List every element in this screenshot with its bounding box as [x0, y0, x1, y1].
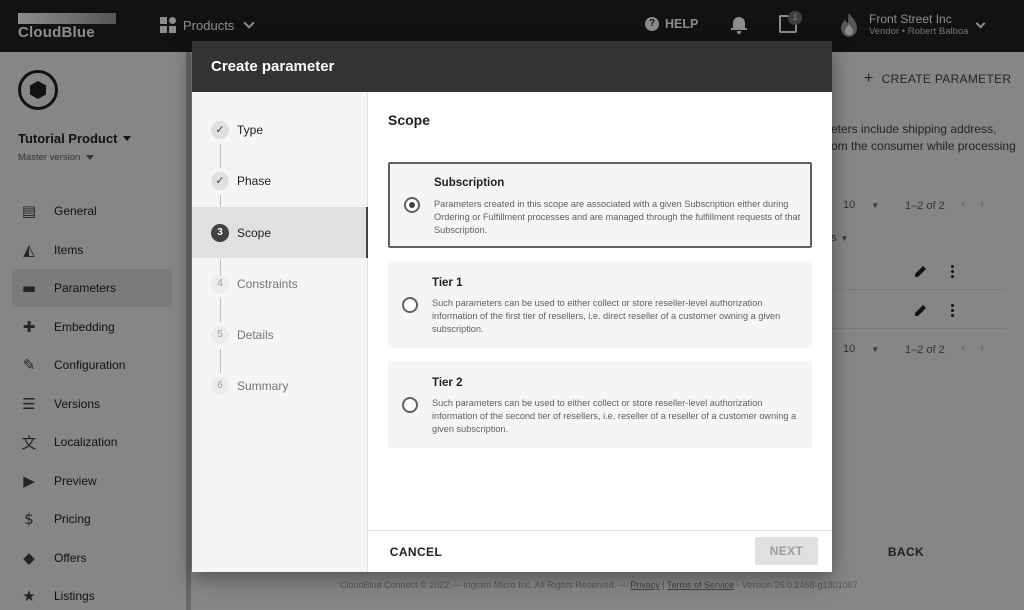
step-scope[interactable]: 3 Scope [192, 207, 368, 258]
dialog-footer: CANCEL BACK NEXT [368, 530, 924, 572]
create-parameter-dialog: Create parameter ✓ Type ✓ Phase 3 Scope … [192, 41, 924, 572]
step-number: 3 [211, 223, 229, 242]
option-description: Such parameters can be used to either co… [432, 398, 797, 434]
step-label: Scope [237, 225, 272, 240]
step-summary: 6 Summary [192, 360, 368, 411]
step-label: Constraints [237, 276, 298, 291]
check-icon: ✓ [211, 120, 229, 139]
option-description: Such parameters can be used to either co… [432, 298, 781, 334]
cancel-button[interactable]: CANCEL [382, 538, 450, 566]
back-button[interactable]: BACK [878, 538, 934, 566]
section-title: Scope [388, 112, 431, 128]
radio-selected[interactable] [404, 197, 420, 213]
wizard-steps: ✓ Type ✓ Phase 3 Scope 4 Constraints 5 D… [192, 92, 368, 572]
option-description: Parameters created in this scope are ass… [434, 199, 801, 235]
step-constraints: 4 Constraints [192, 258, 368, 309]
next-button[interactable]: NEXT [755, 537, 818, 565]
scope-option-subscription[interactable]: Subscription Parameters created in this … [388, 162, 812, 248]
step-number: 5 [211, 325, 229, 344]
option-title: Tier 1 [432, 277, 463, 289]
radio-unselected[interactable] [402, 297, 418, 313]
scope-option-tier-1[interactable]: Tier 1 Such parameters can be used to ei… [388, 261, 812, 348]
option-title: Subscription [434, 177, 505, 189]
check-icon: ✓ [211, 171, 229, 190]
dialog-title: Create parameter [192, 41, 832, 92]
step-number: 4 [211, 274, 229, 293]
step-label: Phase [237, 173, 272, 188]
radio-unselected[interactable] [402, 397, 418, 413]
step-type[interactable]: ✓ Type [192, 104, 368, 155]
step-label: Type [237, 122, 264, 137]
step-number: 6 [211, 376, 229, 395]
step-label: Details [237, 327, 274, 342]
option-title: Tier 2 [432, 377, 463, 389]
step-details: 5 Details [192, 309, 368, 360]
step-phase[interactable]: ✓ Phase [192, 155, 368, 206]
scope-option-tier-2[interactable]: Tier 2 Such parameters can be used to ei… [388, 361, 812, 448]
step-label: Summary [237, 378, 289, 393]
